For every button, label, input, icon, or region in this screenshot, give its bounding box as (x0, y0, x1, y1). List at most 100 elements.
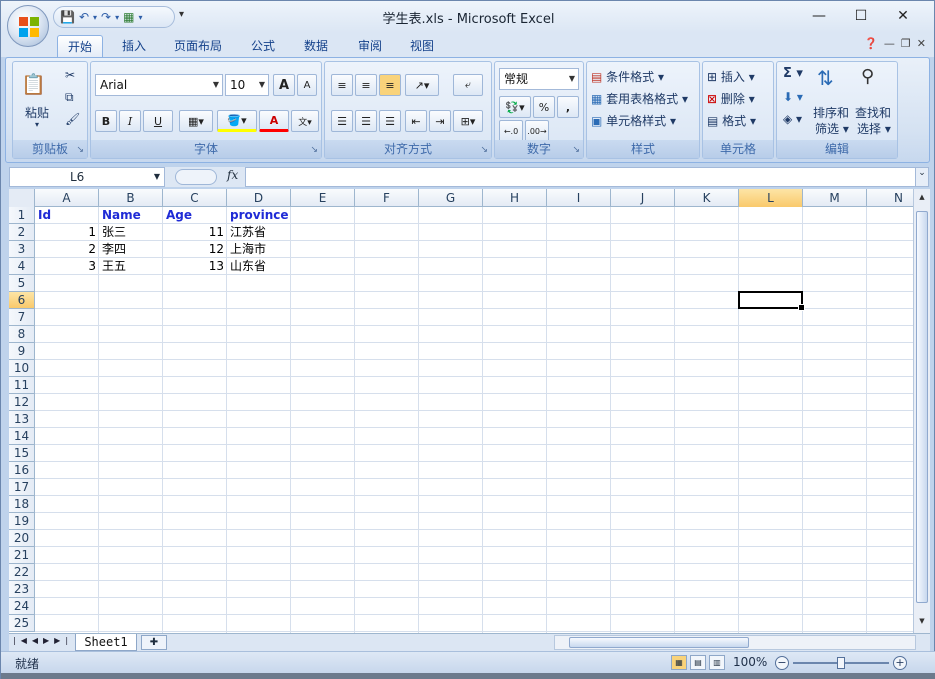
sheet-tab-sheet1[interactable]: Sheet1 (75, 634, 137, 651)
row-header-7[interactable]: 7 (9, 309, 35, 326)
row-header-25[interactable]: 25 (9, 615, 35, 632)
horizontal-scrollbar[interactable] (554, 635, 916, 650)
workbook-close-icon[interactable]: ✕ (917, 37, 926, 50)
redo-icon[interactable]: ↷ (101, 10, 111, 24)
binoculars-icon[interactable]: ⚲ (861, 66, 874, 87)
page-layout-view-icon[interactable]: ▤ (690, 655, 706, 670)
tab-view[interactable]: 视图 (399, 35, 445, 57)
align-center-button[interactable]: ☰ (355, 110, 377, 132)
row-header-22[interactable]: 22 (9, 564, 35, 581)
scroll-up-icon[interactable]: ▲ (916, 193, 928, 205)
increase-indent-button[interactable]: ⇥ (429, 110, 451, 132)
font-color-button[interactable]: A (259, 110, 289, 132)
row-header-16[interactable]: 16 (9, 462, 35, 479)
worksheet-grid[interactable]: ABCDEFGHIJKLMN 1 2 3 4 5 6 7 8 9 10 11 12 13 14 15 16 17… (9, 189, 913, 633)
row-header-8[interactable]: 8 (9, 326, 35, 343)
tab-home[interactable]: 开始 (57, 35, 103, 57)
column-header-b[interactable]: B (99, 189, 163, 207)
align-right-button[interactable]: ☰ (379, 110, 401, 132)
cell-styles-button[interactable]: ▣ 单元格样式 ▾ (591, 112, 676, 129)
scroll-down-icon[interactable]: ▼ (916, 617, 928, 629)
font-launcher-icon[interactable]: ↘ (310, 145, 318, 155)
alignment-launcher-icon[interactable]: ↘ (480, 145, 488, 155)
fill-color-button[interactable]: 🪣▾ (217, 110, 257, 132)
cell-c1[interactable]: Age (163, 207, 227, 224)
column-header-l[interactable]: L (739, 189, 803, 207)
number-launcher-icon[interactable]: ↘ (572, 145, 580, 155)
align-middle-button[interactable]: ≡ (355, 74, 377, 96)
phonetic-guide-button[interactable]: 文▾ (291, 110, 319, 132)
name-box[interactable]: L6 ▼ (9, 167, 165, 187)
clipboard-launcher-icon[interactable]: ↘ (76, 145, 84, 155)
qat-dropdown-icon[interactable]: ▾ (138, 13, 142, 22)
cell-c4[interactable]: 13 (163, 258, 227, 275)
conditional-format-button[interactable]: ▤ 条件格式 ▾ (591, 68, 664, 85)
column-header-e[interactable]: E (291, 189, 355, 207)
copy-icon[interactable]: ⧉ (65, 90, 74, 105)
row-header-15[interactable]: 15 (9, 445, 35, 462)
paste-dropdown-icon[interactable]: ▾ (35, 120, 39, 129)
insert-cells-button[interactable]: ⊞ 插入 ▾ (707, 68, 755, 85)
customize-qat-icon[interactable]: ▾ (179, 9, 184, 20)
comma-button[interactable]: , (557, 96, 579, 118)
cell-d1[interactable]: province (227, 207, 291, 224)
tab-formulas[interactable]: 公式 (241, 35, 285, 57)
sort-filter-button-line2[interactable]: 筛选 ▾ (815, 120, 849, 137)
column-header-n[interactable]: N (867, 189, 913, 207)
excel-sheet-icon[interactable]: ▦ (123, 10, 134, 24)
row-header-17[interactable]: 17 (9, 479, 35, 496)
tab-data[interactable]: 数据 (293, 35, 339, 57)
fill-button[interactable]: ⬇ ▾ (783, 90, 803, 104)
close-button[interactable]: ✕ (882, 5, 924, 27)
cell-b2[interactable]: 张三 (99, 224, 163, 241)
sort-filter-icon[interactable]: ⇅ (817, 66, 834, 90)
help-icon[interactable]: ❓ (864, 37, 878, 50)
align-top-button[interactable]: ≡ (331, 74, 353, 96)
column-header-c[interactable]: C (163, 189, 227, 207)
row-header-3[interactable]: 3 (9, 241, 35, 258)
row-header-18[interactable]: 18 (9, 496, 35, 513)
paste-icon[interactable]: 📋 (21, 72, 46, 96)
zoom-in-icon[interactable]: + (893, 656, 907, 670)
format-cells-button[interactable]: ▤ 格式 ▾ (707, 112, 756, 129)
column-header-j[interactable]: J (611, 189, 675, 207)
undo-dropdown-icon[interactable]: ▾ (93, 13, 97, 22)
shrink-font-button[interactable]: A (297, 74, 317, 96)
grow-font-button[interactable]: A (273, 74, 295, 96)
cell-a4[interactable]: 3 (35, 258, 99, 275)
find-select-button-line2[interactable]: 选择 ▾ (857, 120, 891, 137)
zoom-out-icon[interactable]: − (775, 656, 789, 670)
column-header-k[interactable]: K (675, 189, 739, 207)
formula-input[interactable] (245, 167, 917, 187)
select-all-corner[interactable] (9, 189, 35, 207)
align-bottom-button[interactable]: ≡ (379, 74, 401, 96)
align-left-button[interactable]: ☰ (331, 110, 353, 132)
decrease-indent-button[interactable]: ⇤ (405, 110, 427, 132)
row-header-20[interactable]: 20 (9, 530, 35, 547)
page-break-view-icon[interactable]: ▥ (709, 655, 725, 670)
cell-a2[interactable]: 1 (35, 224, 99, 241)
expand-formula-bar-icon[interactable]: ⌄ (915, 167, 929, 187)
insert-sheet-icon[interactable]: ✚ (141, 635, 167, 650)
cell-b1[interactable]: Name (99, 207, 163, 224)
row-header-4[interactable]: 4 (9, 258, 35, 275)
save-icon[interactable]: 💾 (60, 10, 75, 24)
row-header-6[interactable]: 6 (9, 292, 35, 309)
font-name-combo[interactable]: Arial ▼ (95, 74, 223, 96)
next-sheet-icon[interactable]: ▶ (43, 636, 54, 645)
column-header-g[interactable]: G (419, 189, 483, 207)
paste-button[interactable]: 粘贴 (25, 104, 49, 121)
underline-button[interactable]: U (143, 110, 173, 132)
office-button[interactable] (7, 5, 49, 47)
currency-button[interactable]: 💱▾ (499, 96, 531, 118)
prev-sheet-icon[interactable]: ◀ (32, 636, 43, 645)
sheet-nav-buttons[interactable]: |◀◀▶▶| (13, 636, 73, 645)
column-header-i[interactable]: I (547, 189, 611, 207)
cell-a1[interactable]: Id (35, 207, 99, 224)
workbook-minimize-icon[interactable]: — (884, 37, 895, 50)
formula-splitter[interactable] (175, 169, 217, 185)
clear-button[interactable]: ◈ ▾ (783, 112, 802, 126)
merge-center-button[interactable]: ⊞▾ (453, 110, 483, 132)
autosum-button[interactable]: Σ ▾ (783, 66, 803, 81)
percent-button[interactable]: % (533, 96, 555, 118)
